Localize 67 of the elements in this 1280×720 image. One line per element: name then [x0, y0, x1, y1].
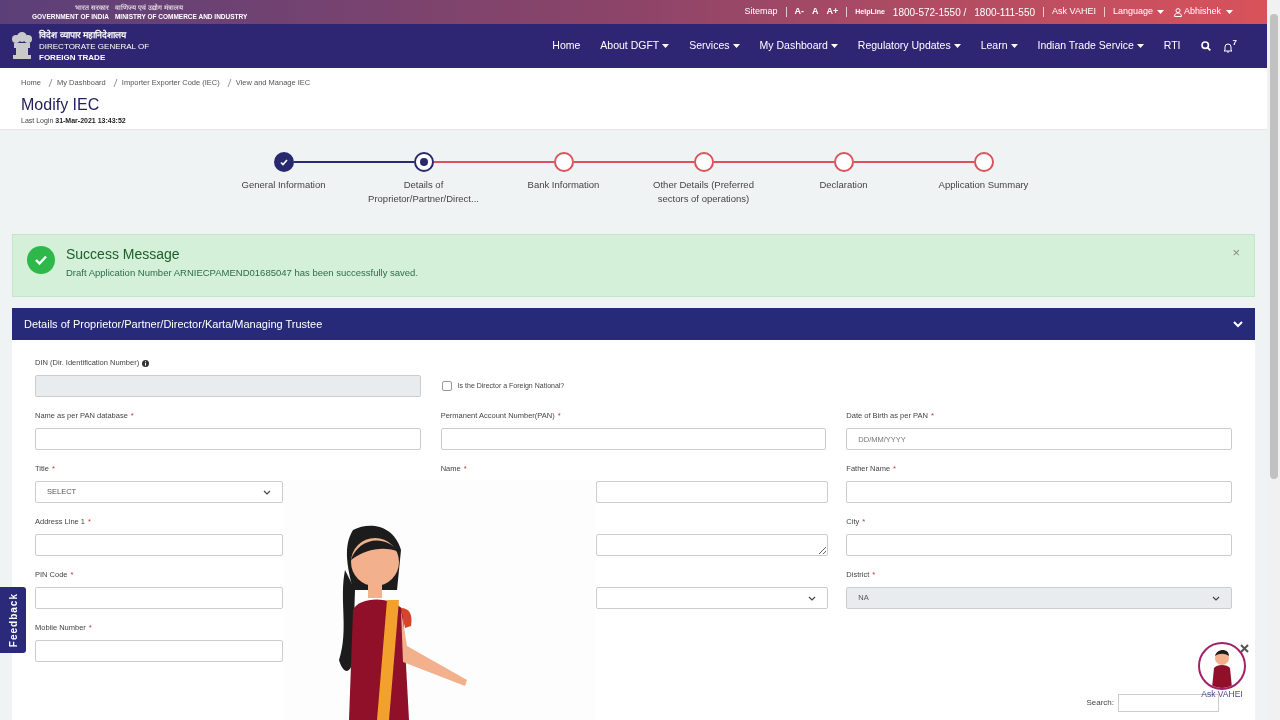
nav-link[interactable]: About DGFT	[600, 38, 670, 54]
alert-message: Draft Application Number ARNIECPAMEND01685047 has been successfully saved.	[66, 266, 419, 280]
chevron-down-icon	[263, 489, 271, 495]
input-field[interactable]	[35, 640, 283, 662]
input-field[interactable]	[846, 481, 1232, 503]
user-menu[interactable]: Abhishek	[1173, 5, 1233, 19]
text-area[interactable]	[595, 534, 828, 556]
logo-text: DIRECTORATE GENERAL OF	[39, 40, 150, 52]
top-link[interactable]: Ask VAHEI	[1052, 5, 1096, 19]
search-icon[interactable]	[1200, 41, 1211, 51]
step-label: Application Summary	[937, 178, 1030, 192]
caret-icon	[953, 44, 961, 48]
logo-hindi-text: विदेश व्यापार महानिदेशालय	[39, 29, 128, 41]
panel-header[interactable]: Details of Proprietor/Partner/Director/Karta/Managing Trustee	[12, 308, 1255, 340]
nav-link[interactable]: Services	[689, 38, 740, 54]
caret-icon	[830, 44, 838, 48]
scrollbar-thumb[interactable]	[1269, 14, 1278, 479]
input-field[interactable]	[35, 534, 283, 556]
step-label: General Information	[240, 178, 327, 192]
input-field[interactable]	[595, 481, 828, 503]
logo-text: FOREIGN TRADE	[39, 51, 107, 63]
caret-icon	[1010, 44, 1018, 48]
panel-title: Details of Proprietor/Partner/Director/Karta/Managing Trustee	[24, 316, 323, 332]
nav-link[interactable]: Learn	[980, 38, 1018, 54]
caret-icon	[662, 44, 670, 48]
caret-icon	[1156, 10, 1164, 14]
user-icon	[1173, 7, 1182, 17]
scrollbar[interactable]	[1267, 0, 1280, 720]
page-title: Modify IEC	[21, 95, 101, 116]
checkbox[interactable]	[441, 381, 452, 391]
helpline-number: 1800-111-550	[974, 5, 1036, 20]
notification-count: 7	[1232, 39, 1237, 47]
font-size-button[interactable]: A	[812, 5, 819, 19]
chevron-down-icon	[807, 595, 816, 601]
input-field[interactable]	[440, 428, 827, 450]
close-icon[interactable]	[1240, 644, 1249, 653]
step-label: Details of Proprietor/Partner/Direct...	[367, 178, 480, 206]
nav-link[interactable]: RTI	[1163, 38, 1181, 54]
alert-title: Success Message	[66, 245, 181, 263]
nav-link[interactable]: My Dashboard	[759, 38, 838, 54]
search-label: Search:	[1086, 697, 1114, 709]
emblem-icon	[11, 30, 33, 62]
step-label: Declaration	[818, 178, 869, 192]
step-label: Other Details (Preferred sectors of operations)	[652, 178, 755, 206]
nav-link[interactable]: Regulatory Updates	[857, 38, 961, 54]
success-check-icon	[27, 246, 55, 274]
language-dropdown[interactable]: Language	[1112, 5, 1164, 19]
chevron-down-icon	[1212, 595, 1220, 601]
notification-icon[interactable]	[1222, 42, 1233, 53]
select-field[interactable]	[595, 587, 828, 609]
font-size-button[interactable]: A+	[826, 5, 839, 19]
top-link[interactable]: Sitemap	[744, 5, 778, 19]
input-field[interactable]	[35, 428, 421, 450]
chevron-down-icon[interactable]	[1233, 320, 1243, 328]
nav-link[interactable]: Home	[552, 38, 581, 54]
caret-icon	[1136, 44, 1144, 48]
feedback-tab[interactable]: Feedback	[0, 587, 26, 653]
assistant-label: Ask VAHEI	[1201, 689, 1243, 699]
caret-icon	[732, 44, 740, 48]
input-field[interactable]	[846, 534, 1232, 556]
helpline-number: 1800-572-1550 /	[892, 5, 967, 20]
check-icon	[279, 158, 288, 166]
step-label: Bank Information	[526, 178, 601, 192]
input-field[interactable]	[35, 587, 283, 609]
nav-link[interactable]: Indian Trade Service	[1037, 38, 1144, 54]
caret-icon	[1226, 10, 1233, 14]
font-size-button[interactable]: A-	[794, 5, 805, 19]
